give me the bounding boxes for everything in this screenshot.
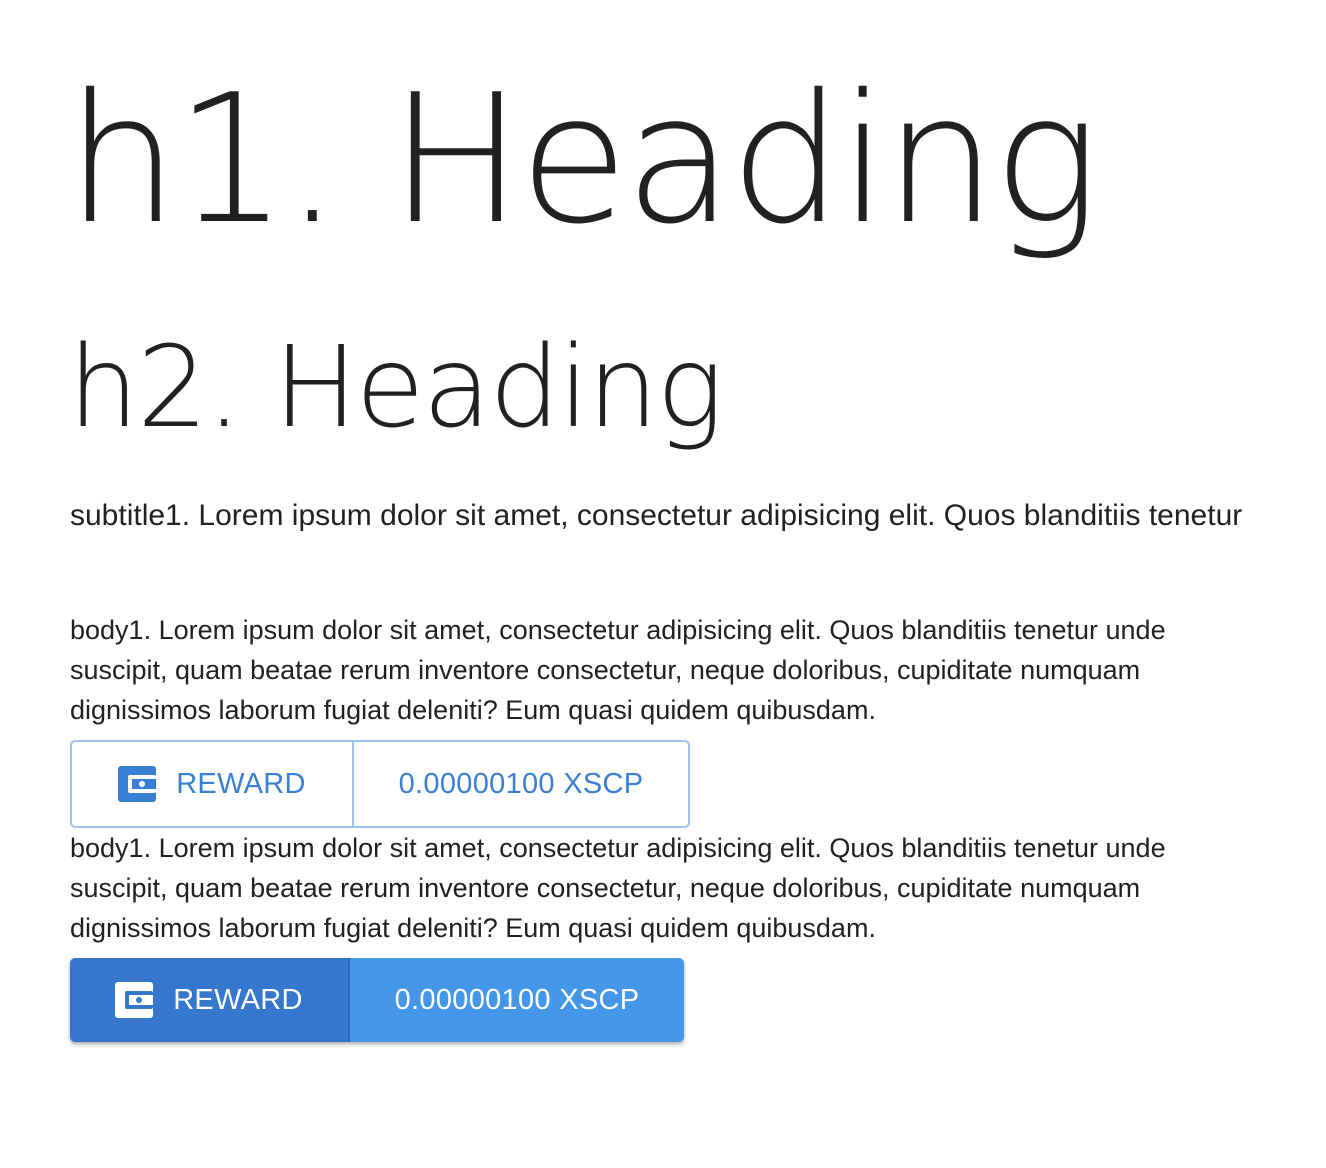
reward-button-label: REWARD [176,767,306,800]
reward-button-label: REWARD [173,983,303,1016]
heading-h2: h2. Heading [68,323,724,453]
reward-button-group-outlined: REWARD 0.00000100 XSCP [70,740,690,828]
body1-text: body1. Lorem ipsum dolor sit amet, conse… [70,615,1166,725]
reward-amount-button[interactable]: 0.00000100 XSCP [350,958,684,1042]
wallet-icon [115,982,154,1018]
reward-button-group-contained: REWARD 0.00000100 XSCP [70,958,684,1042]
wallet-icon [118,766,157,802]
reward-button[interactable]: REWARD [72,742,354,826]
subtitle1-text: subtitle1. Lorem ipsum dolor sit amet, c… [70,499,1243,532]
reward-button[interactable]: REWARD [70,958,350,1042]
reward-amount-label: 0.00000100 XSCP [398,767,644,800]
heading-h1: h1. Heading [66,56,1100,263]
typography-page: h1. Heading h2. Heading subtitle1. Lorem… [0,0,1326,1168]
body1-text: body1. Lorem ipsum dolor sit amet, conse… [70,833,1166,943]
reward-amount-button[interactable]: 0.00000100 XSCP [354,742,688,826]
reward-amount-label: 0.00000100 XSCP [394,983,640,1016]
